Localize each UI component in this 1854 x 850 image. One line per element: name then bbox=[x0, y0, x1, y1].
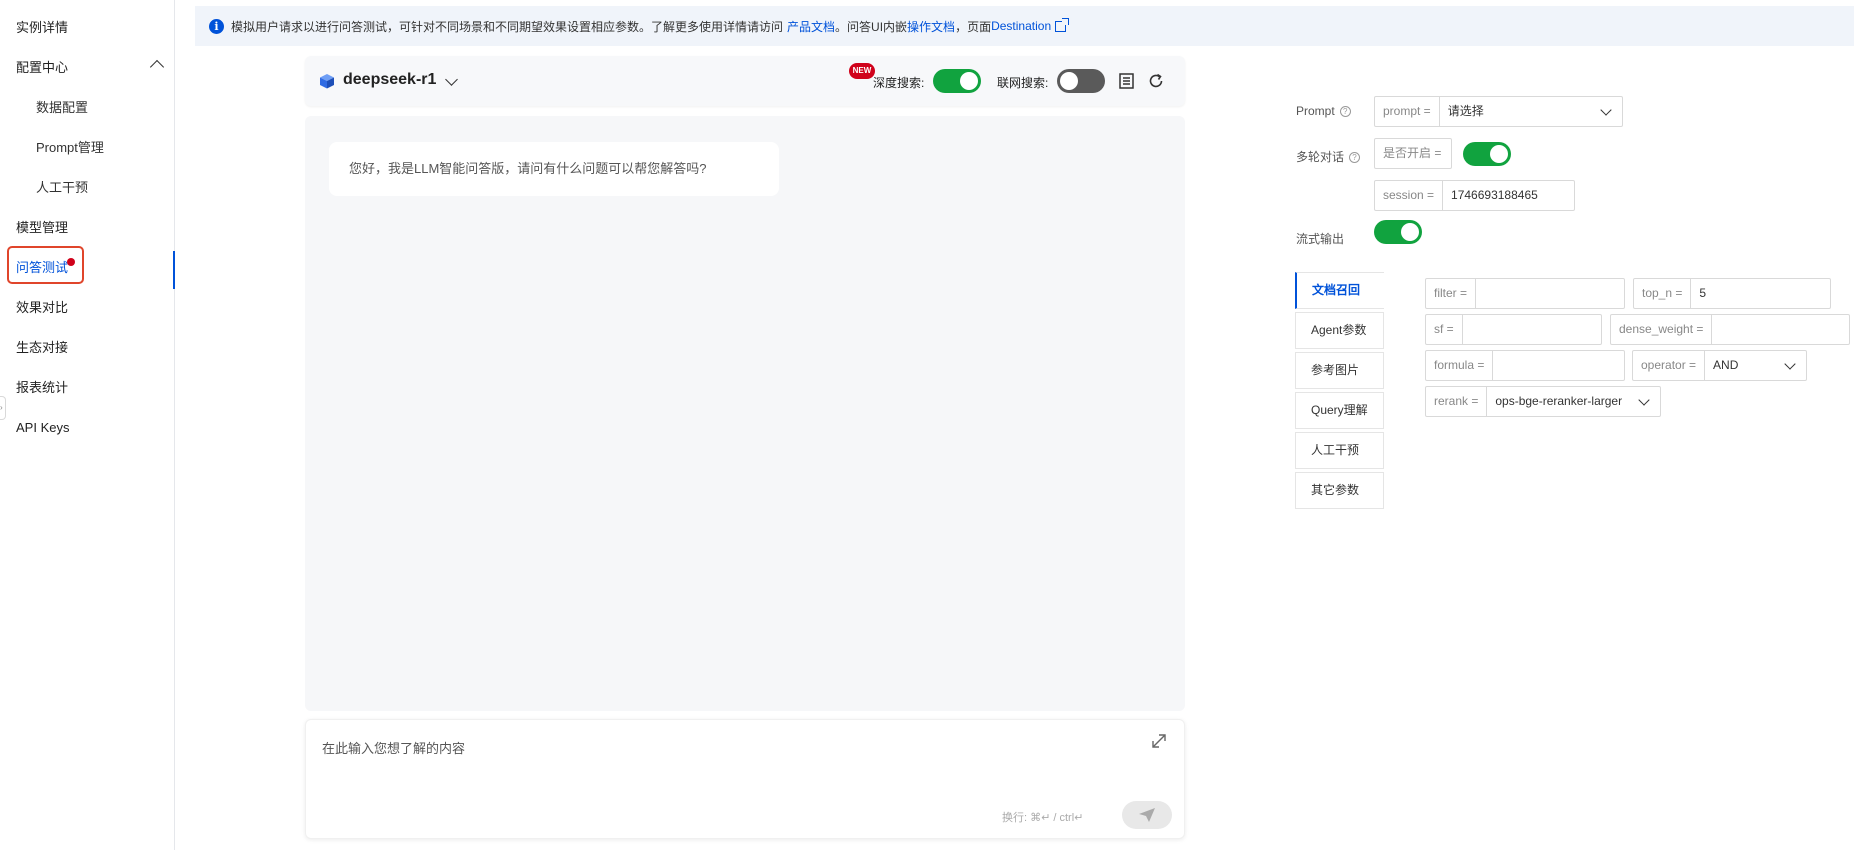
dense-weight-input[interactable] bbox=[1712, 315, 1849, 344]
chat-input-box: 换行: ⌘↵ / ctrl↵ bbox=[305, 719, 1185, 839]
prompt-prefix: prompt = bbox=[1375, 97, 1440, 126]
web-search-toggle[interactable] bbox=[1057, 69, 1105, 93]
chevron-down-icon[interactable] bbox=[445, 73, 458, 86]
multi-turn-label-text: 多轮对话 bbox=[1296, 150, 1345, 164]
tab-other-params[interactable]: 其它参数 bbox=[1295, 472, 1384, 509]
stream-output-toggle[interactable] bbox=[1374, 220, 1422, 244]
banner-text-2: 。问答UI内嵌 bbox=[835, 19, 908, 34]
sidebar-item-data-config[interactable]: 数据配置 bbox=[0, 91, 174, 125]
session-prefix: session = bbox=[1375, 181, 1444, 210]
help-icon[interactable]: ? bbox=[1339, 106, 1351, 117]
send-icon bbox=[1139, 808, 1155, 822]
filter-input[interactable] bbox=[1476, 279, 1624, 308]
prompt-value[interactable]: 请选择 bbox=[1440, 97, 1622, 126]
deep-search-toggle[interactable] bbox=[933, 69, 981, 93]
sf-field[interactable]: sf = bbox=[1425, 314, 1602, 345]
filter-prefix: filter = bbox=[1426, 279, 1477, 308]
sidebar-collapse-handle[interactable]: › bbox=[0, 396, 6, 420]
sidebar: 实例详情 配置中心 数据配置 Prompt管理 人工干预 模型管理 问答测试 效… bbox=[0, 0, 175, 850]
deep-search-label: 深度搜索: bbox=[873, 76, 925, 90]
sidebar-item-instance-details[interactable]: 实例详情 bbox=[0, 11, 174, 45]
sf-input[interactable] bbox=[1463, 315, 1601, 344]
sidebar-item-config-center[interactable]: 配置中心 bbox=[0, 51, 174, 85]
sf-prefix: sf = bbox=[1426, 315, 1463, 344]
info-icon: i bbox=[209, 18, 224, 34]
prompt-label: Prompt? bbox=[1296, 104, 1351, 118]
external-link-icon[interactable] bbox=[1055, 17, 1070, 32]
refresh-icon[interactable] bbox=[1148, 73, 1164, 89]
operator-prefix: operator = bbox=[1633, 351, 1706, 380]
multi-turn-field: 是否开启 = bbox=[1374, 138, 1452, 169]
tab-manual-intervention[interactable]: 人工干预 bbox=[1295, 432, 1384, 469]
prompt-select[interactable]: prompt = 请选择 bbox=[1374, 96, 1623, 127]
sidebar-item-model-management[interactable]: 模型管理 bbox=[0, 211, 174, 245]
sidebar-item-reports[interactable]: 报表统计 bbox=[0, 371, 174, 405]
tab-reference-images[interactable]: 参考图片 bbox=[1295, 352, 1384, 389]
tab-query-understanding[interactable]: Query理解 bbox=[1295, 392, 1384, 429]
expand-icon[interactable] bbox=[1150, 732, 1168, 750]
send-button[interactable] bbox=[1122, 801, 1172, 829]
formula-field[interactable]: formula = bbox=[1425, 350, 1625, 381]
new-badge: NEW bbox=[849, 63, 875, 79]
tab-agent-params[interactable]: Agent参数 bbox=[1295, 312, 1384, 349]
prompt-label-text: Prompt bbox=[1296, 104, 1335, 118]
newline-hint: 换行: ⌘↵ / ctrl↵ bbox=[1002, 812, 1084, 824]
multi-turn-prefix: 是否开启 = bbox=[1383, 146, 1442, 160]
sidebar-item-ecosystem[interactable]: 生态对接 bbox=[0, 331, 174, 365]
top-n-field[interactable]: top_n = 5 bbox=[1633, 278, 1831, 309]
rerank-prefix: rerank = bbox=[1426, 387, 1488, 416]
sidebar-item-manual-intervention[interactable]: 人工干预 bbox=[0, 171, 174, 205]
session-field[interactable]: session = 1746693188465 bbox=[1374, 180, 1575, 211]
stream-output-label: 流式输出 bbox=[1296, 232, 1345, 246]
web-search-label: 联网搜索: bbox=[997, 76, 1049, 90]
info-banner: i 模拟用户请求以进行问答测试，可针对不同场景和不同期望效果设置相应参数。了解更… bbox=[195, 6, 1854, 46]
session-value[interactable]: 1746693188465 bbox=[1443, 181, 1574, 210]
product-docs-link[interactable]: 产品文档 bbox=[787, 18, 835, 35]
sidebar-item-prompt-management[interactable]: Prompt管理 bbox=[0, 131, 174, 165]
multi-turn-toggle[interactable] bbox=[1463, 142, 1511, 166]
top-n-prefix: top_n = bbox=[1634, 279, 1692, 308]
greeting-message: 您好，我是LLM智能问答版，请问有什么问题可以帮您解答吗? bbox=[329, 142, 779, 196]
rerank-select[interactable]: rerank = ops-bge-reranker-larger bbox=[1425, 386, 1661, 417]
rerank-value[interactable]: ops-bge-reranker-larger bbox=[1487, 387, 1660, 416]
dense-weight-prefix: dense_weight = bbox=[1611, 315, 1713, 344]
chat-message-area: 您好，我是LLM智能问答版，请问有什么问题可以帮您解答吗? bbox=[305, 116, 1185, 711]
sidebar-item-effect-compare[interactable]: 效果对比 bbox=[0, 291, 174, 325]
formula-input[interactable] bbox=[1493, 351, 1624, 380]
multi-turn-label: 多轮对话? bbox=[1296, 148, 1361, 165]
banner-text-1: 模拟用户请求以进行问答测试，可针对不同场景和不同期望效果设置相应参数。了解更多使… bbox=[231, 19, 784, 34]
operator-select[interactable]: operator = AND bbox=[1632, 350, 1807, 381]
operator-value[interactable]: AND bbox=[1705, 351, 1806, 380]
banner-text-3: ，页面 bbox=[955, 19, 992, 34]
help-icon[interactable]: ? bbox=[1349, 152, 1361, 163]
formula-prefix: formula = bbox=[1426, 351, 1494, 380]
notification-dot bbox=[67, 258, 75, 266]
chat-header: deepseek-r1 NEW 深度搜索: 联网搜索: bbox=[305, 56, 1185, 106]
model-selector[interactable]: deepseek-r1 bbox=[343, 71, 436, 89]
sidebar-item-api-keys[interactable]: API Keys bbox=[0, 411, 174, 445]
filter-field[interactable]: filter = bbox=[1425, 278, 1625, 309]
list-icon[interactable] bbox=[1119, 73, 1134, 89]
operation-docs-link[interactable]: 操作文档 bbox=[907, 18, 955, 35]
top-n-input[interactable]: 5 bbox=[1691, 279, 1830, 308]
dense-weight-field[interactable]: dense_weight = bbox=[1610, 314, 1850, 345]
chat-input[interactable] bbox=[322, 738, 1122, 798]
tab-doc-recall[interactable]: 文档召回 bbox=[1295, 272, 1384, 309]
destination-link[interactable]: Destination bbox=[991, 19, 1051, 33]
cube-icon bbox=[320, 74, 334, 89]
